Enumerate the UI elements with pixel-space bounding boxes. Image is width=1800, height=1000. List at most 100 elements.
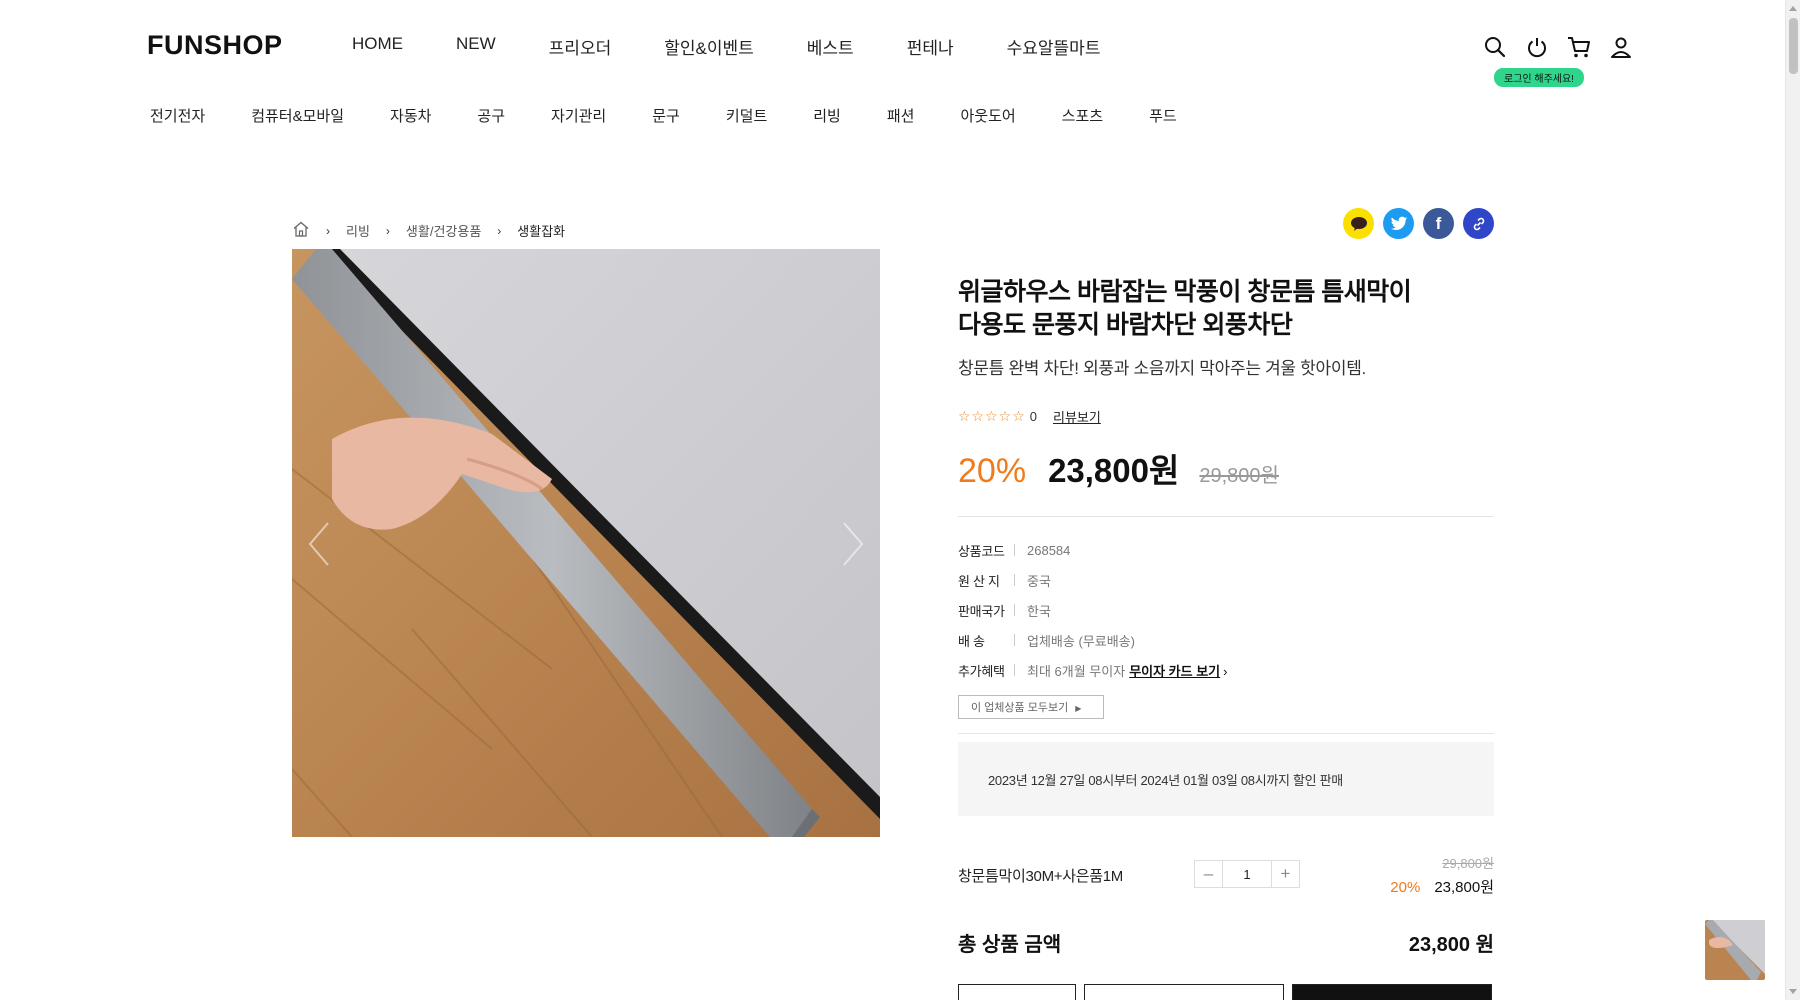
action-buttons	[958, 984, 1500, 1000]
nav-wednesday-mart[interactable]: 수요알뜰마트	[1007, 34, 1101, 59]
star-rating-icon: ☆☆☆☆☆	[958, 408, 1026, 424]
chevron-right-icon: ›	[1223, 663, 1228, 679]
cat-selfcare[interactable]: 자기관리	[551, 105, 606, 126]
product-info: 위글하우스 바람잡는 막풍이 창문틈 틈새막이 다용도 문풍지 바람차단 외풍차…	[958, 276, 1494, 816]
chevron-right-icon: ›	[326, 223, 330, 238]
spec-row: 배 송 업체배송 (무료배송)	[958, 625, 1494, 655]
rating-row: ☆☆☆☆☆ 0 리뷰보기	[958, 407, 1494, 426]
cat-sports[interactable]: 스포츠	[1062, 105, 1103, 126]
cat-computer-mobile[interactable]: 컴퓨터&모바일	[251, 105, 344, 126]
search-icon[interactable]	[1482, 34, 1508, 60]
breadcrumb-health[interactable]: 생활/건강용품	[406, 221, 481, 240]
page-scrollbar[interactable]	[1785, 0, 1800, 1000]
cat-auto[interactable]: 자동차	[390, 105, 431, 126]
total-value: 23,800 원	[1408, 934, 1494, 956]
nav-preorder[interactable]: 프리오더	[549, 34, 612, 59]
original-price: 29,800원	[1199, 465, 1279, 487]
vendor-products-button[interactable]: 이 업체상품 모두보기 ▶	[958, 695, 1104, 719]
breadcrumb-living[interactable]: 리빙	[346, 221, 370, 240]
chevron-right-icon: ›	[497, 223, 502, 238]
twitter-share-icon[interactable]	[1383, 208, 1414, 239]
cat-living[interactable]: 리빙	[813, 105, 841, 126]
spec-value: 한국	[1027, 603, 1051, 619]
option-price: 20% 23,800원	[1390, 876, 1494, 897]
breadcrumb: › 리빙 › 생활/건강용품 › 생활잡화	[292, 220, 565, 241]
cat-food[interactable]: 푸드	[1149, 105, 1177, 126]
scroll-thumb[interactable]	[1789, 18, 1798, 74]
spec-row: 판매국가 한국	[958, 595, 1494, 625]
spec-key: 판매국가	[958, 603, 1005, 619]
funshop-logo[interactable]: FUNSHOP	[147, 30, 283, 61]
review-count: 0	[1029, 409, 1037, 424]
product-subtitle: 창문틈 완벽 차단! 외풍과 소음까지 막아주는 겨울 핫아이템.	[958, 359, 1366, 378]
spec-key: 원 산 지	[958, 573, 1000, 589]
installment-text: 최대 6개월 무이자	[1027, 663, 1126, 679]
spec-row: 상품코드 268584	[958, 535, 1494, 565]
login-prompt-badge[interactable]: 로그인 해주세요!	[1494, 68, 1584, 87]
spec-key: 상품코드	[958, 543, 1005, 559]
total-label: 총 상품 금액	[958, 934, 1062, 956]
nav-sale-event[interactable]: 할인&이벤트	[664, 34, 754, 59]
spec-value: 중국	[1027, 573, 1051, 589]
option-sale-price: 23,800원	[1434, 879, 1494, 896]
nav-funtena[interactable]: 펀테나	[907, 34, 954, 59]
utility-icons	[1482, 34, 1650, 60]
option-discount: 20%	[1390, 879, 1421, 896]
product-title-line2: 다용도 문풍지 바람차단 외풍차단	[958, 311, 1293, 339]
divider	[958, 516, 1494, 517]
spec-value: 업체배송 (무료배송)	[1027, 633, 1135, 649]
spec-row: 추가혜택 최대 6개월 무이자 무이자 카드 보기 ›	[958, 655, 1494, 685]
power-icon[interactable]	[1524, 34, 1550, 60]
link-copy-icon[interactable]	[1463, 208, 1494, 239]
cat-outdoor[interactable]: 아웃도어	[960, 105, 1015, 126]
image-prev-arrow-icon[interactable]	[304, 519, 334, 569]
cat-tools[interactable]: 공구	[477, 105, 505, 126]
option-name: 창문틈막이30M+사은품1M	[958, 868, 1123, 885]
spec-value: 최대 6개월 무이자 무이자 카드 보기 ›	[1027, 661, 1227, 680]
wishlist-button[interactable]	[958, 984, 1076, 1000]
option-row: 창문틈막이30M+사은품1M – 1 + 29,800원 20% 23,800원	[958, 850, 1494, 900]
buy-now-button[interactable]	[1292, 984, 1492, 1000]
vendor-button-label: 이 업체상품 모두보기	[971, 702, 1069, 714]
discount-rate: 20%	[958, 452, 1027, 490]
sale-price: 23,800원	[1048, 452, 1180, 489]
nav-home[interactable]: HOME	[352, 34, 403, 59]
cat-stationery[interactable]: 문구	[652, 105, 680, 126]
spec-key: 배 송	[958, 633, 985, 649]
home-icon[interactable]	[292, 220, 310, 241]
recent-product-thumbnail[interactable]	[1705, 920, 1765, 980]
user-icon[interactable]	[1608, 34, 1634, 60]
quantity-stepper: – 1 +	[1194, 860, 1300, 888]
main-nav: HOME NEW 프리오더 할인&이벤트 베스트 펀테나 수요알뜰마트	[352, 34, 1153, 59]
chevron-right-icon: ›	[385, 223, 390, 238]
cat-fashion[interactable]: 패션	[887, 105, 915, 126]
sale-period-notice: 2023년 12월 27일 08시부터 2024년 01월 03일 08시까지 …	[958, 742, 1494, 816]
product-title-line1: 위글하우스 바람잡는 막풍이 창문틈 틈새막이	[958, 278, 1412, 306]
divider	[958, 733, 1494, 734]
interest-free-card-link[interactable]: 무이자 카드 보기	[1129, 664, 1220, 679]
cart-icon[interactable]	[1566, 34, 1592, 60]
cat-electronics[interactable]: 전기전자	[150, 105, 205, 126]
scroll-up-arrow[interactable]	[1789, 6, 1797, 11]
option-original-price: 29,800원	[1442, 856, 1494, 871]
review-link[interactable]: 리뷰보기	[1053, 407, 1101, 426]
cart-button[interactable]	[1084, 984, 1284, 1000]
caret-right-icon: ▶	[1075, 704, 1082, 713]
spec-value: 268584	[1027, 542, 1071, 558]
cat-kidult[interactable]: 키덜트	[726, 105, 767, 126]
total-price-row: 총 상품 금액 23,800 원	[958, 928, 1494, 957]
qty-increase-button[interactable]: +	[1272, 861, 1299, 887]
qty-input[interactable]: 1	[1222, 861, 1272, 887]
product-title: 위글하우스 바람잡는 막풍이 창문틈 틈새막이 다용도 문풍지 바람차단 외풍차…	[958, 276, 1494, 342]
qty-decrease-button[interactable]: –	[1195, 861, 1222, 887]
price-row: 20% 23,800원 29,800원	[958, 444, 1494, 492]
scroll-down-arrow[interactable]	[1789, 989, 1797, 994]
spec-list: 상품코드 268584 원 산 지 중국 판매국가 한국 배 송 업체배송 (무…	[958, 535, 1494, 685]
facebook-share-icon[interactable]: f	[1423, 208, 1454, 239]
image-next-arrow-icon[interactable]	[838, 519, 868, 569]
kakao-share-icon[interactable]	[1343, 208, 1374, 239]
nav-best[interactable]: 베스트	[807, 34, 854, 59]
product-image[interactable]	[292, 249, 880, 837]
nav-new[interactable]: NEW	[456, 34, 496, 59]
breadcrumb-current[interactable]: 생활잡화	[517, 221, 565, 240]
